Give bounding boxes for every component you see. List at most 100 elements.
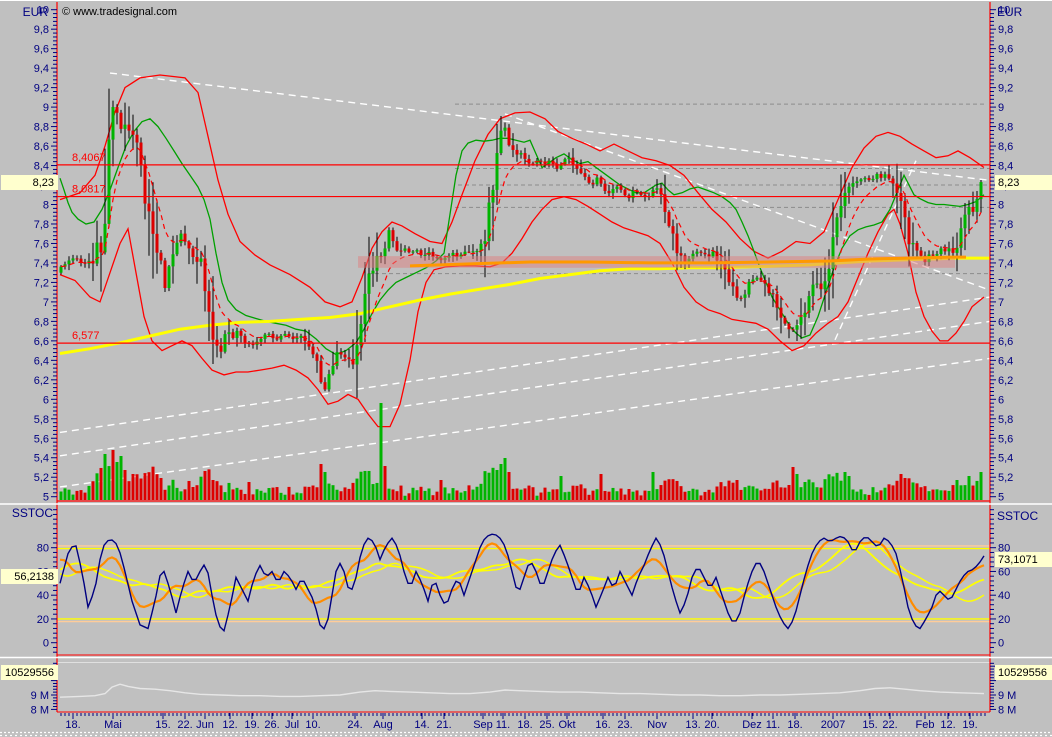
svg-text:7,2: 7,2 (34, 277, 49, 289)
svg-text:8: 8 (998, 200, 1004, 212)
svg-text:5,2: 5,2 (34, 472, 49, 484)
chart-canvas[interactable]: 8,40678,08176,57755,25,45,65,866,26,46,6… (0, 0, 1052, 737)
svg-text:Nov: Nov (647, 719, 667, 731)
svg-text:Sep: Sep (473, 719, 493, 731)
volume-pane[interactable] (57, 663, 990, 698)
svg-text:11.: 11. (496, 719, 510, 731)
svg-text:9,2: 9,2 (34, 83, 49, 95)
svg-text:7,4: 7,4 (998, 258, 1013, 270)
copyright-label: © www.tradesignal.com (62, 6, 177, 18)
svg-text:9: 9 (43, 102, 49, 114)
svg-text:20.: 20. (704, 719, 719, 731)
svg-text:20: 20 (998, 614, 1010, 626)
svg-text:9,2: 9,2 (998, 83, 1013, 95)
sstoc-axis-right[interactable]: 020406080 (990, 510, 1010, 653)
svg-text:9,8: 9,8 (34, 24, 49, 36)
svg-text:13.: 13. (685, 719, 700, 731)
svg-text:8,0817: 8,0817 (72, 184, 106, 196)
svg-text:24.: 24. (347, 719, 362, 731)
svg-text:6,8: 6,8 (998, 316, 1013, 328)
price-axis-right[interactable]: 55,25,45,65,866,26,46,66,877,27,47,67,88… (990, 5, 1013, 504)
svg-text:9,6: 9,6 (34, 44, 49, 56)
svg-text:Feb: Feb (916, 719, 935, 731)
svg-text:0: 0 (998, 638, 1004, 650)
svg-text:10.: 10. (305, 719, 320, 731)
svg-text:8,6: 8,6 (34, 141, 49, 153)
svg-text:7,6: 7,6 (34, 238, 49, 250)
stochastic-pane[interactable] (57, 534, 990, 631)
svg-text:5: 5 (998, 492, 1004, 504)
svg-text:8 M: 8 M (998, 704, 1016, 716)
svg-text:6,8: 6,8 (34, 316, 49, 328)
svg-text:18.: 18. (65, 719, 80, 731)
svg-text:6: 6 (43, 394, 49, 406)
svg-text:8: 8 (43, 200, 49, 212)
svg-text:Mai: Mai (104, 719, 122, 731)
bollinger-bands (60, 75, 984, 427)
svg-text:22.: 22. (177, 719, 192, 731)
separators (0, 1, 1052, 736)
svg-text:9,8: 9,8 (998, 24, 1013, 36)
svg-text:5,6: 5,6 (998, 433, 1013, 445)
volume-bars (60, 403, 983, 500)
svg-text:26.: 26. (264, 719, 279, 731)
svg-text:6,6: 6,6 (34, 336, 49, 348)
svg-text:6,2: 6,2 (998, 375, 1013, 387)
svg-text:8,8: 8,8 (998, 122, 1013, 134)
sstoc-pane-title-left: SSTOC (0, 506, 53, 520)
svg-text:16.: 16. (595, 719, 610, 731)
svg-text:9 M: 9 M (31, 690, 49, 702)
svg-text:5,6: 5,6 (34, 433, 49, 445)
sstoc-pane-title-right: SSTOC (997, 509, 1038, 523)
svg-text:Dez: Dez (742, 719, 762, 731)
svg-text:2007: 2007 (821, 719, 845, 731)
svg-text:19.: 19. (962, 719, 977, 731)
svg-text:9,4: 9,4 (998, 63, 1013, 75)
svg-text:Aug: Aug (373, 719, 393, 731)
svg-text:8,4: 8,4 (34, 161, 49, 173)
volume-value-box-left: 10529556 (1, 665, 58, 680)
svg-text:21.: 21. (436, 719, 451, 731)
svg-text:5,4: 5,4 (34, 453, 49, 465)
svg-text:15.: 15. (862, 719, 877, 731)
current-price-box-left: 8,23 (1, 175, 58, 190)
svg-text:7,2: 7,2 (998, 277, 1013, 289)
svg-text:20: 20 (37, 614, 49, 626)
svg-text:7: 7 (43, 297, 49, 309)
svg-text:8 M: 8 M (31, 704, 49, 716)
currency-label-right: EUR (997, 5, 1022, 19)
svg-text:8,4067: 8,4067 (72, 152, 106, 164)
svg-text:6,577: 6,577 (72, 330, 100, 342)
svg-text:7,8: 7,8 (998, 219, 1013, 231)
svg-text:5,4: 5,4 (998, 453, 1013, 465)
svg-text:0: 0 (43, 638, 49, 650)
svg-text:9,6: 9,6 (998, 44, 1013, 56)
svg-text:5,8: 5,8 (34, 414, 49, 426)
svg-text:7,4: 7,4 (34, 258, 49, 270)
svg-text:40: 40 (37, 590, 49, 602)
svg-text:5,2: 5,2 (998, 472, 1013, 484)
svg-text:22.: 22. (882, 719, 897, 731)
svg-text:9,4: 9,4 (34, 63, 49, 75)
svg-text:15.: 15. (155, 719, 170, 731)
svg-text:11.: 11. (766, 719, 780, 731)
svg-text:6,4: 6,4 (34, 355, 49, 367)
svg-text:6: 6 (998, 394, 1004, 406)
svg-text:6,6: 6,6 (998, 336, 1013, 348)
svg-text:25.: 25. (539, 719, 554, 731)
svg-text:7,6: 7,6 (998, 238, 1013, 250)
svg-text:19.: 19. (244, 719, 259, 731)
svg-text:80: 80 (37, 543, 49, 555)
svg-text:14.: 14. (414, 719, 429, 731)
svg-text:18.: 18. (517, 719, 532, 731)
svg-text:Jul: Jul (285, 719, 299, 731)
svg-text:Okt: Okt (558, 719, 575, 731)
price-axis-left[interactable]: 55,25,45,65,866,26,46,66,877,27,47,67,88… (34, 5, 57, 504)
date-axis[interactable]: 18.Mai15.22.Jun12.19.26.Jul10.24.Aug14.2… (61, 713, 985, 731)
svg-text:5: 5 (43, 492, 49, 504)
svg-text:9 M: 9 M (998, 690, 1016, 702)
svg-text:40: 40 (998, 590, 1010, 602)
svg-text:18.: 18. (787, 719, 802, 731)
svg-text:8,6: 8,6 (998, 141, 1013, 153)
svg-text:23.: 23. (617, 719, 632, 731)
